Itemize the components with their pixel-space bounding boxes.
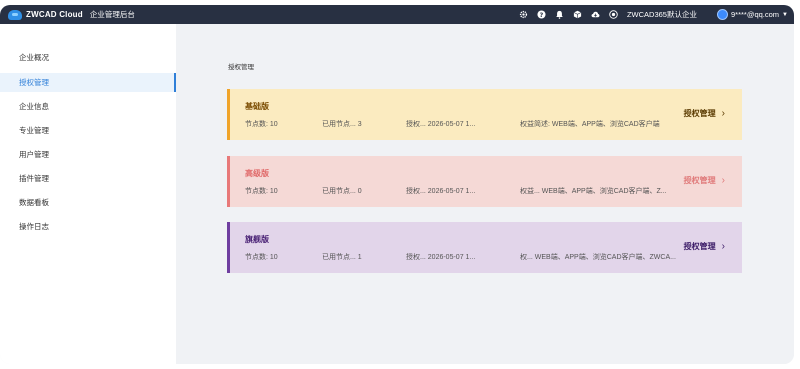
node-count: 节点数: 10 bbox=[245, 188, 278, 195]
main-content: 授权管理 基础版 节点数: 10 已用节点... 3 授权... 2026-05… bbox=[176, 24, 794, 364]
sidebar-item-overview[interactable]: 企业概况 bbox=[0, 48, 176, 67]
license-card-advanced: 高级版 节点数: 10 已用节点... 0 授权... 2026-05-07 1… bbox=[227, 156, 742, 207]
brand-subtitle: 企业管理后台 bbox=[89, 10, 135, 19]
card-title: 旗舰版 bbox=[245, 235, 269, 244]
rights-summary: 权益... WEB端、APP端、浏览CAD客户端、Z... bbox=[520, 188, 667, 195]
chevron-right-icon: › bbox=[721, 240, 725, 252]
avatar[interactable] bbox=[716, 9, 728, 20]
license-card-flagship: 旗舰版 节点数: 10 已用节点... 1 授权... 2026-05-07 1… bbox=[227, 222, 742, 273]
auth-date: 授权... 2026-05-07 1... bbox=[406, 254, 476, 261]
manage-license-label: 授权管理 bbox=[683, 242, 716, 251]
chevron-right-icon: › bbox=[721, 107, 725, 119]
sidebar-item-company-info[interactable]: 企业信息 bbox=[0, 97, 176, 116]
chevron-right-icon: › bbox=[721, 174, 725, 186]
top-bar: ZWCAD Cloud 企业管理后台 ? ZWCAD365默认企业 9****@… bbox=[0, 5, 794, 24]
sidebar-item-profession[interactable]: 专业管理 bbox=[0, 121, 176, 140]
sidebar-item-logs[interactable]: 操作日志 bbox=[0, 217, 176, 236]
user-email[interactable]: 9****@qq.com bbox=[731, 10, 779, 19]
manage-license-button[interactable]: 授权管理 › bbox=[684, 241, 725, 252]
card-title: 高级版 bbox=[245, 169, 269, 178]
auth-date: 授权... 2026-05-07 1... bbox=[406, 121, 476, 128]
used-nodes: 已用节点... 0 bbox=[322, 188, 362, 195]
gear-icon[interactable] bbox=[519, 10, 528, 19]
manage-license-button[interactable]: 授权管理 › bbox=[684, 175, 725, 186]
card-title: 基础版 bbox=[245, 102, 269, 111]
used-nodes: 已用节点... 1 bbox=[322, 254, 362, 261]
chevron-down-icon[interactable]: ▼ bbox=[782, 12, 788, 18]
svg-text:?: ? bbox=[540, 12, 544, 19]
enterprise-icon bbox=[609, 10, 618, 19]
rights-summary: 权益简述: WEB端、APP端、浏览CAD客户端 bbox=[520, 121, 660, 128]
sidebar: 企业概况 授权管理 企业信息 专业管理 用户管理 插件管理 数据看板 操作日志 bbox=[0, 24, 176, 364]
package-icon[interactable] bbox=[573, 10, 582, 19]
sidebar-item-users[interactable]: 用户管理 bbox=[0, 145, 176, 164]
sidebar-item-plugins[interactable]: 插件管理 bbox=[0, 169, 176, 188]
manage-license-button[interactable]: 授权管理 › bbox=[684, 108, 725, 119]
brand[interactable]: ZWCAD Cloud 企业管理后台 bbox=[8, 9, 135, 20]
auth-date: 授权... 2026-05-07 1... bbox=[406, 188, 476, 195]
enterprise-name[interactable]: ZWCAD365默认企业 bbox=[627, 9, 697, 20]
rights-summary: 权... WEB端、APP端、浏览CAD客户端、ZWCA... bbox=[520, 254, 676, 261]
node-count: 节点数: 10 bbox=[245, 254, 278, 261]
node-count: 节点数: 10 bbox=[245, 121, 278, 128]
help-icon[interactable]: ? bbox=[537, 10, 546, 19]
bell-icon[interactable] bbox=[555, 10, 564, 19]
sidebar-item-license[interactable]: 授权管理 bbox=[0, 73, 176, 92]
used-nodes: 已用节点... 3 bbox=[322, 121, 362, 128]
license-card-basic: 基础版 节点数: 10 已用节点... 3 授权... 2026-05-07 1… bbox=[227, 89, 742, 140]
manage-license-label: 授权管理 bbox=[683, 109, 716, 118]
breadcrumb: 授权管理 bbox=[228, 64, 254, 71]
manage-license-label: 授权管理 bbox=[683, 176, 716, 185]
brand-name: ZWCAD Cloud bbox=[26, 10, 83, 19]
cloud-icon[interactable] bbox=[591, 10, 600, 19]
top-bar-actions: ? ZWCAD365默认企业 9****@qq.com ▼ bbox=[519, 5, 788, 24]
app-window: ZWCAD Cloud 企业管理后台 ? ZWCAD365默认企业 9****@… bbox=[0, 5, 794, 364]
cloud-logo-icon bbox=[8, 9, 22, 20]
sidebar-item-dashboard[interactable]: 数据看板 bbox=[0, 193, 176, 212]
